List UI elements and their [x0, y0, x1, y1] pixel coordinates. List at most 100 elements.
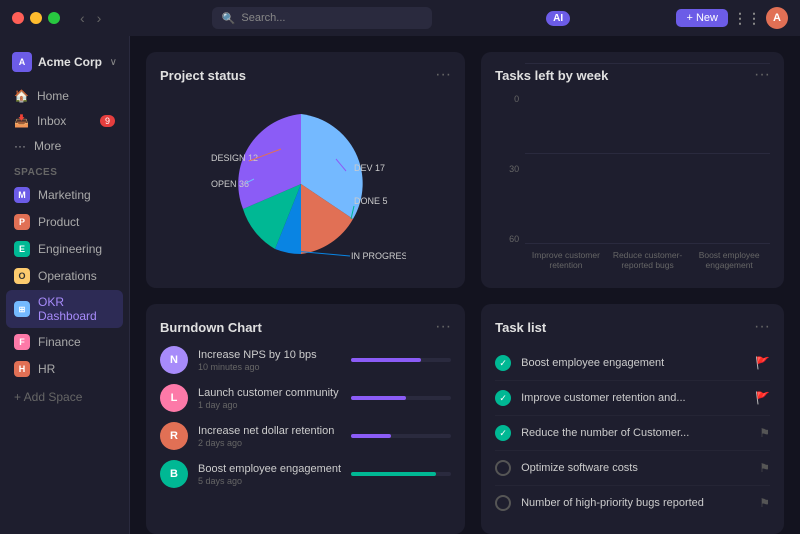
burndown-title: Burndown Chart [160, 320, 262, 335]
task-flag-2: 🚩 [755, 391, 770, 405]
task-check-5 [495, 495, 511, 511]
tasks-left-header: Tasks left by week ··· [495, 66, 770, 84]
avatar[interactable]: A [766, 7, 788, 29]
sidebar-item-home-label: Home [37, 89, 69, 103]
forward-button[interactable]: › [93, 8, 106, 28]
new-button[interactable]: + New [676, 9, 728, 27]
product-dot: P [14, 214, 30, 230]
task-list-card: Task list ··· ✓ Boost employee engagemen… [481, 304, 784, 534]
maximize-button[interactable] [48, 12, 60, 24]
burndown-fill-2 [351, 396, 406, 400]
burndown-track-1 [351, 358, 451, 362]
grid-line-bottom [525, 243, 770, 244]
sidebar-item-home[interactable]: 🏠 Home [6, 84, 123, 108]
finance-dot: F [14, 334, 30, 350]
spaces-label: Spaces [0, 159, 129, 182]
sidebar: A Acme Corp ∨ 🏠 Home 📥 Inbox 9 ··· More … [0, 36, 130, 534]
task-name-5: Number of high-priority bugs reported [521, 497, 749, 509]
task-list: ✓ Boost employee engagement 🚩 ✓ Improve … [495, 346, 770, 520]
task-item-1[interactable]: ✓ Boost employee engagement 🚩 [495, 346, 770, 381]
burndown-info-4: Boost employee engagement 5 days ago [198, 463, 341, 486]
tasks-left-card: Tasks left by week ··· 60 30 0 [481, 52, 784, 288]
task-item-4[interactable]: Optimize software costs ⚑ [495, 451, 770, 486]
search-bar[interactable]: 🔍 Search... [212, 7, 432, 29]
search-placeholder: Search... [241, 12, 285, 24]
task-name-1: Boost employee engagement [521, 357, 745, 369]
burndown-time-3: 2 days ago [198, 438, 341, 448]
burndown-info-3: Increase net dollar retention 2 days ago [198, 425, 341, 448]
grid-icon[interactable]: ⋮⋮ [736, 7, 758, 29]
y-label-30: 30 [495, 164, 523, 174]
burndown-item-1: N Increase NPS by 10 bps 10 minutes ago [160, 346, 451, 374]
burndown-bar-3 [351, 434, 451, 438]
task-item-2[interactable]: ✓ Improve customer retention and... 🚩 [495, 381, 770, 416]
ai-badge[interactable]: AI [546, 11, 570, 26]
task-check-1: ✓ [495, 355, 511, 371]
grid-line-mid [525, 153, 770, 154]
project-status-title: Project status [160, 68, 246, 83]
search-icon: 🔍 [222, 12, 236, 25]
sidebar-item-engineering[interactable]: E Engineering [6, 236, 123, 262]
burndown-name-1: Increase NPS by 10 bps [198, 349, 341, 361]
task-list-more[interactable]: ··· [754, 318, 770, 336]
task-check-3: ✓ [495, 425, 511, 441]
svg-text:IN PROGRESS 5: IN PROGRESS 5 [351, 251, 406, 261]
task-name-2: Improve customer retention and... [521, 392, 745, 404]
svg-text:DONE 5: DONE 5 [354, 196, 388, 206]
burndown-info-1: Increase NPS by 10 bps 10 minutes ago [198, 349, 341, 372]
x-label-1: Improve customer retention [525, 246, 607, 274]
burndown-time-2: 1 day ago [198, 400, 341, 410]
okr-label: OKR Dashboard [38, 295, 115, 323]
inbox-badge: 9 [100, 115, 115, 127]
task-name-4: Optimize software costs [521, 462, 749, 474]
burndown-avatar-4: B [160, 460, 188, 488]
add-space-button[interactable]: + Add Space [0, 385, 129, 409]
task-item-5[interactable]: Number of high-priority bugs reported ⚑ [495, 486, 770, 520]
sidebar-nav: 🏠 Home 📥 Inbox 9 ··· More [0, 84, 129, 159]
sidebar-item-finance[interactable]: F Finance [6, 329, 123, 355]
task-check-4 [495, 460, 511, 476]
back-button[interactable]: ‹ [76, 8, 89, 28]
marketing-dot: M [14, 187, 30, 203]
bar-chart: 60 30 0 [495, 94, 770, 274]
burndown-header: Burndown Chart ··· [160, 318, 451, 336]
app-body: A Acme Corp ∨ 🏠 Home 📥 Inbox 9 ··· More … [0, 36, 800, 534]
operations-dot: O [14, 268, 30, 284]
svg-text:DEV 17: DEV 17 [354, 163, 385, 173]
burndown-name-3: Increase net dollar retention [198, 425, 341, 437]
burndown-bar-4 [351, 472, 451, 476]
sidebar-item-more[interactable]: ··· More [6, 134, 123, 158]
y-label-60: 60 [495, 234, 523, 244]
project-status-card: Project status ··· [146, 52, 465, 288]
burndown-fill-3 [351, 434, 391, 438]
tasks-left-more[interactable]: ··· [754, 66, 770, 84]
main-content: Project status ··· [130, 36, 800, 534]
bar-y-axis: 60 30 0 [495, 94, 523, 244]
hr-label: HR [38, 362, 55, 376]
sidebar-item-hr[interactable]: H HR [6, 356, 123, 382]
minimize-button[interactable] [30, 12, 42, 24]
home-icon: 🏠 [14, 89, 29, 103]
nav-buttons: ‹ › [76, 8, 105, 28]
sidebar-item-okr[interactable]: ⊞ OKR Dashboard [6, 290, 123, 328]
task-flag-4: ⚑ [759, 461, 770, 475]
close-button[interactable] [12, 12, 24, 24]
burndown-avatar-2: L [160, 384, 188, 412]
burndown-card: Burndown Chart ··· N Increase NPS by 10 … [146, 304, 465, 534]
task-item-3[interactable]: ✓ Reduce the number of Customer... ⚑ [495, 416, 770, 451]
task-list-header: Task list ··· [495, 318, 770, 336]
more-icon: ··· [14, 139, 26, 153]
sidebar-item-product[interactable]: P Product [6, 209, 123, 235]
burndown-time-1: 10 minutes ago [198, 362, 341, 372]
burndown-item-3: R Increase net dollar retention 2 days a… [160, 422, 451, 450]
sidebar-item-inbox[interactable]: 📥 Inbox 9 [6, 109, 123, 133]
task-flag-3: ⚑ [759, 426, 770, 440]
sidebar-item-marketing[interactable]: M Marketing [6, 182, 123, 208]
sidebar-item-operations[interactable]: O Operations [6, 263, 123, 289]
burndown-bar-1 [351, 358, 451, 362]
project-status-more[interactable]: ··· [435, 66, 451, 84]
workspace-header[interactable]: A Acme Corp ∨ [0, 46, 129, 78]
burndown-time-4: 5 days ago [198, 476, 341, 486]
burndown-info-2: Launch customer community 1 day ago [198, 387, 341, 410]
burndown-more[interactable]: ··· [435, 318, 451, 336]
